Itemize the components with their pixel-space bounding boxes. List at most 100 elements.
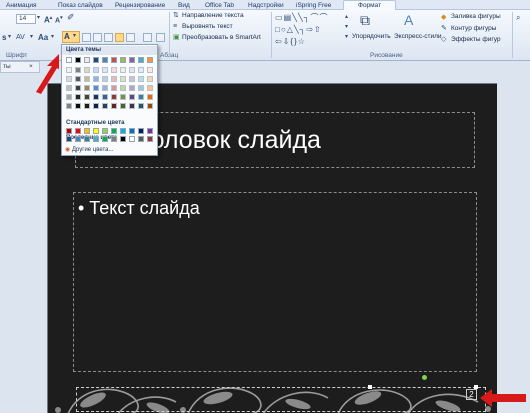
justify-button[interactable] [115, 33, 124, 42]
theme-color-swatch[interactable] [102, 57, 108, 63]
line-spacing-button[interactable] [143, 33, 152, 42]
tab-review[interactable]: Рецензирование [115, 1, 165, 10]
shape-left-icon[interactable]: ⇦ [275, 37, 283, 46]
theme-shade-swatch[interactable] [120, 67, 126, 73]
resize-handle[interactable] [368, 385, 372, 389]
theme-color-swatch[interactable] [93, 57, 99, 63]
theme-shade-swatch[interactable] [102, 67, 108, 73]
theme-shade-swatch[interactable] [66, 103, 72, 109]
shape-fill-button[interactable]: Заливка фигуры [451, 13, 501, 21]
theme-color-swatch[interactable] [147, 57, 153, 63]
font-color-button[interactable]: A ▾ [62, 31, 80, 43]
more-colors-link[interactable]: ◉ Другие цвета... [65, 146, 114, 153]
theme-shade-swatch[interactable] [138, 76, 144, 82]
theme-shade-swatch[interactable] [129, 103, 135, 109]
align-center-button[interactable] [93, 33, 102, 42]
shape-star-icon[interactable]: ☆ [298, 37, 306, 46]
theme-shade-swatch[interactable] [102, 94, 108, 100]
arrange-button[interactable]: Упорядочить [352, 33, 391, 41]
grow-font-icon[interactable]: A▴ [44, 14, 52, 25]
recent-color-swatch[interactable] [138, 136, 144, 142]
theme-shade-swatch[interactable] [75, 85, 81, 91]
recent-color-swatch[interactable] [75, 136, 81, 142]
arrange-icon[interactable]: ⧉ [360, 12, 370, 28]
shapes-gallery[interactable]: ▭▤╲╲┐⌒⌒ □○△╲┐⇨⇧ ⇦⇩{}☆ [275, 12, 345, 50]
text-direction-button[interactable]: Направление текста [182, 12, 244, 20]
theme-shade-swatch[interactable] [120, 85, 126, 91]
gallery-more-icon[interactable]: ▾ [345, 33, 348, 42]
theme-shade-swatch[interactable] [75, 67, 81, 73]
recent-color-swatch[interactable] [93, 136, 99, 142]
theme-color-swatch[interactable] [138, 57, 144, 63]
columns-button[interactable] [126, 33, 135, 42]
theme-shade-swatch[interactable] [111, 94, 117, 100]
theme-shade-swatch[interactable] [129, 76, 135, 82]
theme-shade-swatch[interactable] [93, 103, 99, 109]
theme-shade-swatch[interactable] [84, 76, 90, 82]
gallery-up-icon[interactable]: ▴ [345, 13, 348, 22]
theme-shade-swatch[interactable] [102, 103, 108, 109]
theme-shade-swatch[interactable] [147, 67, 153, 73]
tab-slideshow[interactable]: Показ слайдов [58, 1, 103, 10]
change-case-icon[interactable]: Aa [38, 33, 48, 42]
shape-rect-icon[interactable]: ▭ [275, 13, 284, 22]
recent-color-swatch[interactable] [120, 136, 126, 142]
theme-shade-swatch[interactable] [66, 85, 72, 91]
tab-office-tab[interactable]: Office Tab [205, 1, 234, 10]
theme-shade-swatch[interactable] [120, 76, 126, 82]
tab-addins[interactable]: Надстройки [248, 1, 284, 10]
tab-view[interactable]: Вид [178, 1, 190, 10]
theme-shade-swatch[interactable] [93, 85, 99, 91]
slide-body-text[interactable]: • Текст слайда [78, 198, 200, 219]
theme-shade-swatch[interactable] [84, 67, 90, 73]
recent-color-swatch[interactable] [129, 136, 135, 142]
theme-shade-swatch[interactable] [147, 85, 153, 91]
theme-shade-swatch[interactable] [129, 85, 135, 91]
shape-arrow-icon[interactable]: ⇨ [306, 25, 314, 34]
theme-color-swatch[interactable] [66, 57, 72, 63]
char-spacing-arrow-icon[interactable]: ▾ [30, 33, 33, 42]
align-left-button[interactable] [82, 33, 91, 42]
theme-color-swatch[interactable] [75, 57, 81, 63]
case-arrow-icon[interactable]: ▾ [51, 33, 54, 42]
shape-up-icon[interactable]: ⇧ [314, 25, 322, 34]
recent-color-swatch[interactable] [102, 136, 108, 142]
page-number-box[interactable]: 2 [466, 389, 477, 400]
theme-shade-swatch[interactable] [111, 67, 117, 73]
theme-shade-swatch[interactable] [111, 85, 117, 91]
theme-shade-swatch[interactable] [84, 85, 90, 91]
gallery-down-icon[interactable]: ▾ [345, 23, 348, 32]
recent-color-swatch[interactable] [66, 136, 72, 142]
theme-color-swatch[interactable] [129, 57, 135, 63]
rotate-handle[interactable] [422, 375, 427, 380]
theme-shade-swatch[interactable] [93, 67, 99, 73]
quick-styles-icon[interactable]: A [404, 12, 413, 28]
theme-shade-swatch[interactable] [66, 76, 72, 82]
theme-shade-swatch[interactable] [111, 76, 117, 82]
spacing-arrow-icon[interactable]: ▾ [8, 33, 11, 42]
theme-shade-swatch[interactable] [120, 94, 126, 100]
body-placeholder[interactable] [73, 192, 477, 372]
font-size-box[interactable]: 14 [16, 14, 36, 24]
theme-shade-swatch[interactable] [66, 67, 72, 73]
theme-shade-swatch[interactable] [147, 103, 153, 109]
theme-shade-swatch[interactable] [75, 94, 81, 100]
theme-shade-swatch[interactable] [138, 94, 144, 100]
theme-shade-swatch[interactable] [129, 67, 135, 73]
theme-shade-swatch[interactable] [129, 94, 135, 100]
paragraph-extra-button[interactable] [156, 33, 165, 42]
shrink-font-icon[interactable]: A▾ [55, 14, 63, 25]
theme-color-swatch[interactable] [84, 57, 90, 63]
shape-effects-button[interactable]: Эффекты фигур [451, 36, 501, 44]
shape-outline-button[interactable]: Контур фигуры [451, 25, 496, 33]
tab-animation[interactable]: Анимация [6, 1, 37, 10]
theme-shade-swatch[interactable] [75, 76, 81, 82]
theme-shade-swatch[interactable] [138, 103, 144, 109]
theme-shade-swatch[interactable] [147, 76, 153, 82]
theme-shade-swatch[interactable] [93, 76, 99, 82]
convert-smartart-button[interactable]: Преобразовать в SmartArt [182, 34, 261, 42]
theme-shade-swatch[interactable] [84, 103, 90, 109]
theme-shade-swatch[interactable] [138, 85, 144, 91]
theme-shade-swatch[interactable] [66, 94, 72, 100]
tab-ispring[interactable]: iSpring Free [296, 1, 331, 10]
